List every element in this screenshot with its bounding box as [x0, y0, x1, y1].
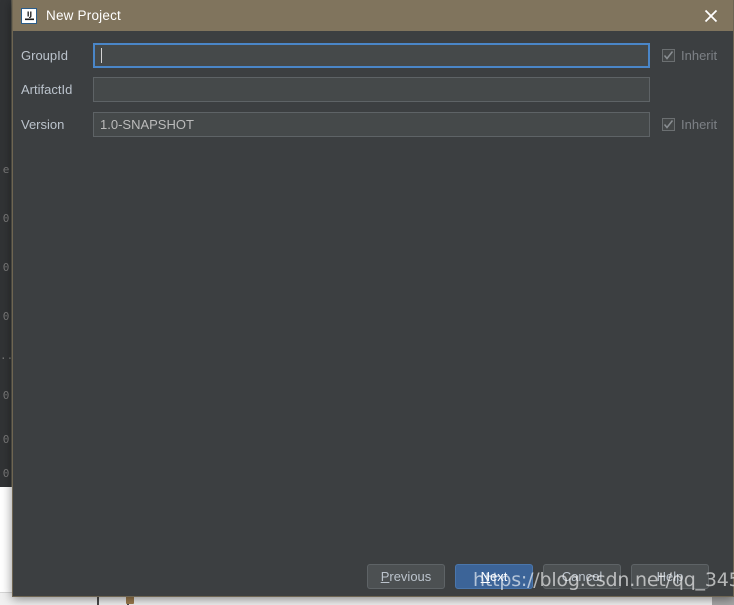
artifactid-input[interactable]: [93, 76, 650, 102]
project-coordinates-form: GroupId Inherit ArtifactId Version 1.0-S…: [13, 31, 733, 596]
next-button-mnemonic: N: [480, 568, 491, 584]
dialog-titlebar: IJ New Project: [13, 0, 733, 31]
help-button-label: Help: [656, 568, 684, 584]
gutter-char: ...: [0, 349, 11, 362]
version-inherit-label: Inherit: [681, 116, 718, 132]
version-label: Version: [21, 116, 65, 132]
groupid-input[interactable]: [93, 42, 650, 68]
intellij-idea-icon: IJ: [21, 7, 37, 24]
version-value: 1.0-SNAPSHOT: [100, 116, 194, 132]
form-row-groupid: GroupId Inherit: [13, 42, 717, 68]
new-project-dialog: IJ New Project GroupId Inherit ArtifactI…: [12, 0, 734, 597]
taskbar-icon[interactable]: [126, 596, 134, 604]
close-icon[interactable]: [689, 0, 733, 31]
svg-text:IJ: IJ: [26, 11, 31, 19]
version-input[interactable]: 1.0-SNAPSHOT: [93, 111, 650, 137]
previous-button[interactable]: Previous: [367, 563, 445, 589]
version-inherit-group: Inherit: [662, 117, 717, 132]
next-button[interactable]: Next: [455, 563, 533, 589]
groupid-label: GroupId: [21, 47, 68, 63]
gutter-char: 0: [2, 433, 10, 446]
cancel-button-label: Cancel: [561, 568, 603, 584]
gutter-char: 0: [2, 212, 10, 225]
dialog-button-bar: Previous Next Cancel Help: [13, 556, 733, 596]
groupid-inherit-group: Inherit: [662, 48, 717, 63]
gutter-char: e: [2, 163, 10, 176]
ide-editor-gutter: e 0 0 0 ... 0 0 0: [0, 0, 12, 487]
gutter-char: 0: [2, 310, 10, 323]
previous-button-mnemonic: P: [380, 568, 390, 584]
version-inherit-checkbox[interactable]: [662, 117, 675, 131]
groupid-inherit-label: Inherit: [681, 47, 718, 63]
text-caret: [101, 47, 102, 63]
gutter-char: 0: [2, 467, 10, 480]
dialog-title: New Project: [46, 8, 121, 23]
form-row-artifactid: ArtifactId: [13, 76, 650, 102]
artifactid-label: ArtifactId: [21, 81, 73, 97]
gutter-char: 0: [2, 261, 10, 274]
previous-button-label: revious: [389, 568, 432, 584]
form-row-version: Version 1.0-SNAPSHOT Inherit: [13, 111, 717, 137]
cancel-button[interactable]: Cancel: [543, 563, 621, 589]
gutter-char: 0: [2, 389, 10, 402]
help-button[interactable]: Help: [631, 563, 709, 589]
groupid-inherit-checkbox[interactable]: [662, 48, 675, 62]
next-button-label: ext: [490, 568, 508, 584]
